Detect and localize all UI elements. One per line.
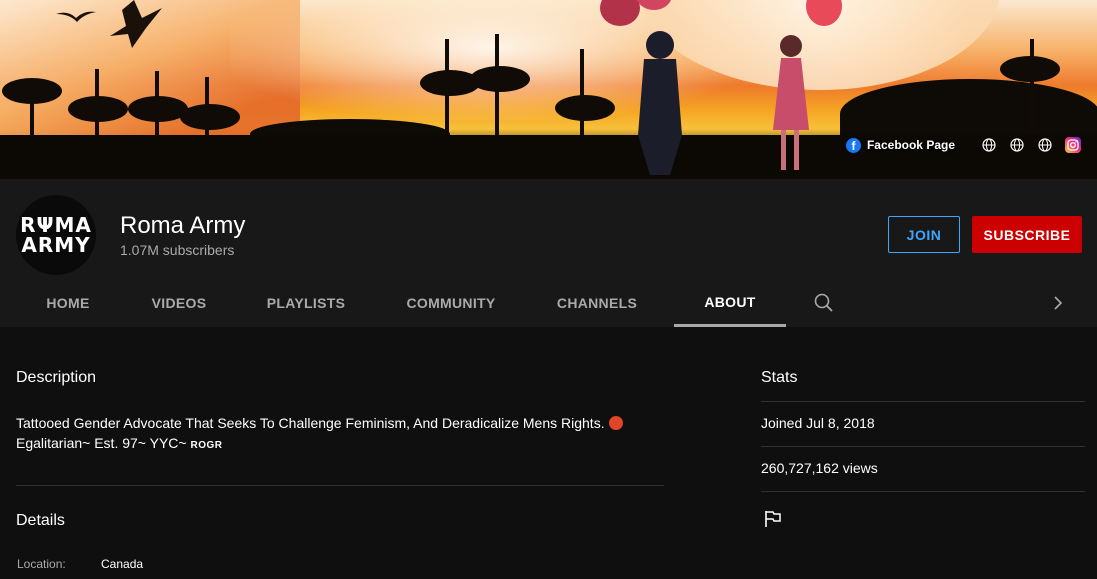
avatar-text-line2: ARMY [21,233,91,257]
tab-about[interactable]: ABOUT [674,279,786,327]
devil-emoji-icon [608,416,623,430]
location-value: Canada [101,557,144,571]
chevron-right-icon[interactable] [1046,291,1070,315]
facebook-link-label: Facebook Page [866,138,955,152]
view-count: 260,727,162 views [761,460,878,476]
tab-home[interactable]: HOME [16,279,120,327]
description-smallcaps: ROGR [190,440,223,451]
globe-icon[interactable] [1031,134,1059,156]
instagram-icon[interactable] [1065,137,1081,153]
globe-icon[interactable] [1003,134,1031,156]
girl-silhouette [773,35,809,170]
divider [761,446,1085,447]
tab-videos[interactable]: VIDEOS [130,279,228,327]
flag-icon[interactable] [763,509,783,529]
details-heading: Details [16,512,65,529]
divider [761,401,1085,402]
description-heading: Description [16,369,97,386]
channel-avatar[interactable]: RΨMA ARMY [16,195,96,275]
subscriber-count: 1.07M subscribers [120,242,235,258]
boy-silhouette [638,31,682,175]
globe-icon[interactable] [975,134,1003,156]
location-label: Location: [17,557,66,571]
channel-header: RΨMA ARMY Roma Army 1.07M subscribers JO… [0,179,1097,327]
divider [761,491,1085,492]
subscribe-button[interactable]: SUBSCRIBE [972,216,1082,253]
facebook-icon: f [845,137,861,153]
tab-community[interactable]: COMMUNITY [390,279,512,327]
channel-name: Roma Army [120,212,246,239]
join-button[interactable]: JOIN [888,216,960,253]
tab-channels[interactable]: CHANNELS [540,279,654,327]
about-content: Description Tattooed Gender Advocate Tha… [0,327,1097,579]
tab-playlists[interactable]: PLAYLISTS [248,279,364,327]
stats-heading: Stats [761,369,798,386]
channel-banner: f Facebook Page [0,0,1097,179]
divider [16,485,664,486]
bird-silhouettes [56,0,162,48]
channel-description: Tattooed Gender Advocate That Seeks To C… [16,413,656,456]
description-line1: Tattooed Gender Advocate That Seeks To C… [16,415,605,431]
description-line2: Egalitarian~ Est. 97~ YYC~ [16,435,187,451]
search-icon[interactable] [812,291,836,315]
joined-date: Joined Jul 8, 2018 [761,415,875,431]
avatar-text-line1: RΨMA [20,213,92,237]
facebook-link[interactable]: f Facebook Page [845,137,955,153]
channel-tabs: HOME VIDEOS PLAYLISTS COMMUNITY CHANNELS… [0,279,1097,327]
banner-links: f Facebook Page [845,134,1081,156]
